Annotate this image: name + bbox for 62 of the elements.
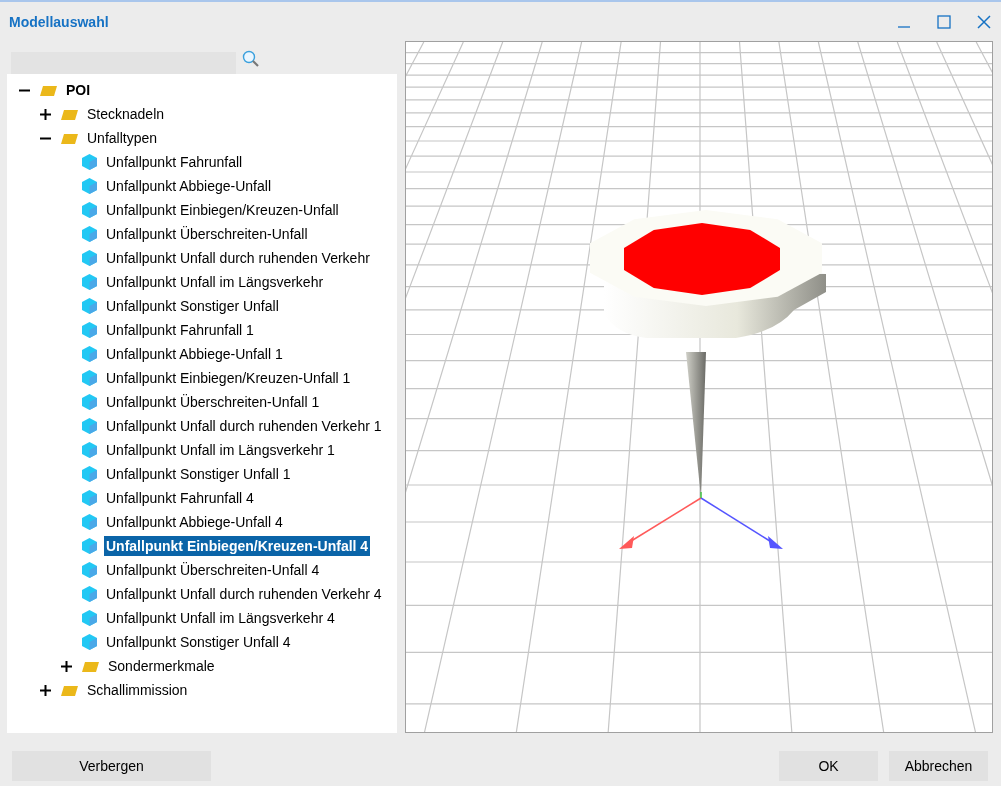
folder-icon bbox=[40, 84, 57, 96]
cube-icon bbox=[82, 562, 97, 578]
cube-icon bbox=[82, 586, 97, 602]
cube-icon bbox=[82, 490, 97, 506]
cube-icon bbox=[82, 538, 97, 554]
folder-icon bbox=[61, 132, 78, 144]
tree-item[interactable]: Unfallpunkt Einbiegen/Kreuzen-Unfall bbox=[104, 200, 341, 220]
tree-item[interactable]: POI bbox=[64, 80, 93, 100]
cube-icon bbox=[82, 250, 97, 266]
search-field[interactable] bbox=[11, 51, 236, 74]
tree-item[interactable]: Unfallpunkt Unfall durch ruhenden Verkehr bbox=[104, 248, 372, 268]
tree-item[interactable]: Unfallpunkt Überschreiten-Unfall 4 bbox=[104, 560, 322, 580]
cube-icon bbox=[82, 610, 97, 626]
cancel-button[interactable]: Abbrechen bbox=[889, 751, 988, 781]
tree-item[interactable]: Unfallpunkt Einbiegen/Kreuzen-Unfall 1 bbox=[104, 368, 353, 388]
cube-icon bbox=[82, 514, 97, 530]
cube-icon bbox=[82, 346, 97, 362]
tree-item[interactable]: Unfallpunkt Sonstiger Unfall 4 bbox=[104, 632, 293, 652]
cube-icon bbox=[82, 298, 97, 314]
tree-item[interactable]: Schallimmission bbox=[85, 680, 190, 700]
tree-item[interactable]: Unfallpunkt Überschreiten-Unfall 1 bbox=[104, 392, 322, 412]
expand-icon[interactable] bbox=[40, 108, 51, 120]
tree-item[interactable]: Unfallpunkt Einbiegen/Kreuzen-Unfall 4 bbox=[104, 536, 371, 556]
cube-icon bbox=[82, 370, 97, 386]
close-icon[interactable] bbox=[977, 14, 991, 29]
cube-icon bbox=[82, 154, 97, 170]
tree-item[interactable]: Unfallpunkt Unfall im Längsverkehr 4 bbox=[104, 608, 337, 628]
folder-icon bbox=[61, 684, 78, 696]
expand-icon[interactable] bbox=[40, 684, 51, 696]
tree-item[interactable]: Unfallpunkt Unfall im Längsverkehr 1 bbox=[104, 440, 337, 460]
cube-icon bbox=[82, 226, 97, 242]
tree-item[interactable]: Stecknadeln bbox=[85, 104, 167, 124]
tree-item[interactable]: Unfallpunkt Unfall durch ruhenden Verkehr 1 bbox=[104, 416, 384, 436]
tree-item[interactable]: Unfallpunkt Abbiege-Unfall bbox=[104, 176, 273, 196]
folder-icon bbox=[82, 660, 99, 672]
folder-icon bbox=[61, 108, 78, 120]
cube-icon bbox=[82, 442, 97, 458]
cube-icon bbox=[82, 178, 97, 194]
tree-item[interactable]: Unfallpunkt Sonstiger Unfall bbox=[104, 296, 281, 316]
tree-item[interactable]: Unfallpunkt Unfall im Längsverkehr bbox=[104, 272, 326, 292]
search-icon[interactable] bbox=[242, 49, 260, 68]
cube-icon bbox=[82, 418, 97, 434]
cube-icon bbox=[82, 634, 97, 650]
cube-icon bbox=[82, 394, 97, 410]
tree-item[interactable]: Unfallpunkt Überschreiten-Unfall bbox=[104, 224, 310, 244]
tree-item[interactable]: Unfallpunkt Abbiege-Unfall 1 bbox=[104, 344, 285, 364]
cube-icon bbox=[82, 322, 97, 338]
window-title: Modellauswahl bbox=[9, 13, 109, 30]
tree-item[interactable]: Unfallpunkt Fahrunfall bbox=[104, 152, 245, 172]
cube-icon bbox=[82, 202, 97, 218]
tree-item[interactable]: Unfallpunkt Fahrunfall 1 bbox=[104, 320, 256, 340]
ok-button[interactable]: OK bbox=[779, 751, 878, 781]
tree-item[interactable]: Unfallpunkt Unfall durch ruhenden Verkehr 4 bbox=[104, 584, 384, 604]
cube-icon bbox=[82, 466, 97, 482]
tree-item[interactable]: Unfallpunkt Fahrunfall 4 bbox=[104, 488, 256, 508]
hide-button[interactable]: Verbergen bbox=[12, 751, 211, 781]
tree-item[interactable]: Unfallpunkt Sonstiger Unfall 1 bbox=[104, 464, 293, 484]
tree-item[interactable]: Sondermerkmale bbox=[106, 656, 217, 676]
cube-icon bbox=[82, 274, 97, 290]
tree-item[interactable]: Unfallpunkt Abbiege-Unfall 4 bbox=[104, 512, 285, 532]
tree-item[interactable]: Unfalltypen bbox=[85, 128, 160, 148]
expand-icon[interactable] bbox=[61, 660, 72, 672]
